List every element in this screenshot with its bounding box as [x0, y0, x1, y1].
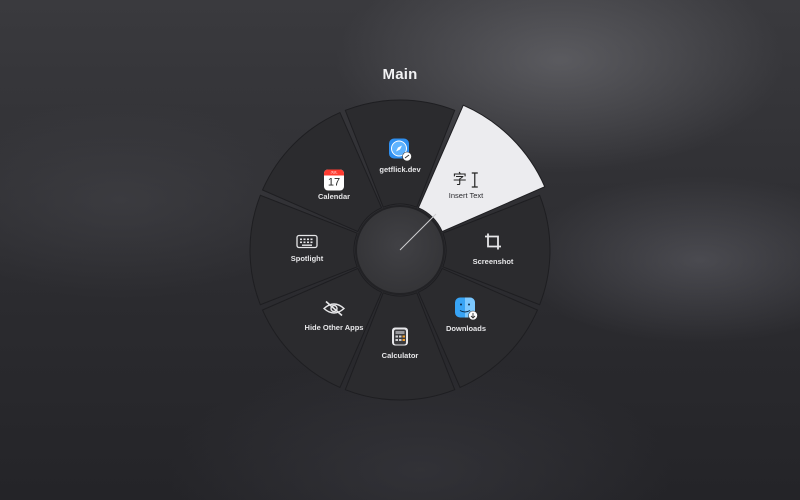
pie-menu: [249, 99, 551, 401]
calendar-day: 17: [327, 176, 341, 189]
segment-label-screenshot: Screenshot: [472, 257, 514, 266]
segment-label-calendar: Calendar: [317, 192, 351, 201]
segment-label-hide-other-apps: Hide Other Apps: [304, 323, 364, 332]
keyboard-icon: [296, 234, 318, 254]
safari-link-icon: [388, 138, 412, 167]
segment-label-insert-text: Insert Text: [448, 191, 484, 200]
insert-text-icon: 字: [453, 169, 479, 189]
calendar-icon: JUL 17: [324, 169, 344, 191]
eye-slash-icon: [322, 300, 346, 322]
finder-downloads-icon: [454, 297, 478, 326]
calculator-icon: [391, 327, 409, 352]
segment-label-calculator: Calculator: [381, 351, 419, 360]
insert-text-glyph: 字: [452, 172, 467, 188]
segment-label-spotlight: Spotlight: [290, 254, 324, 263]
crop-icon: [484, 233, 502, 256]
